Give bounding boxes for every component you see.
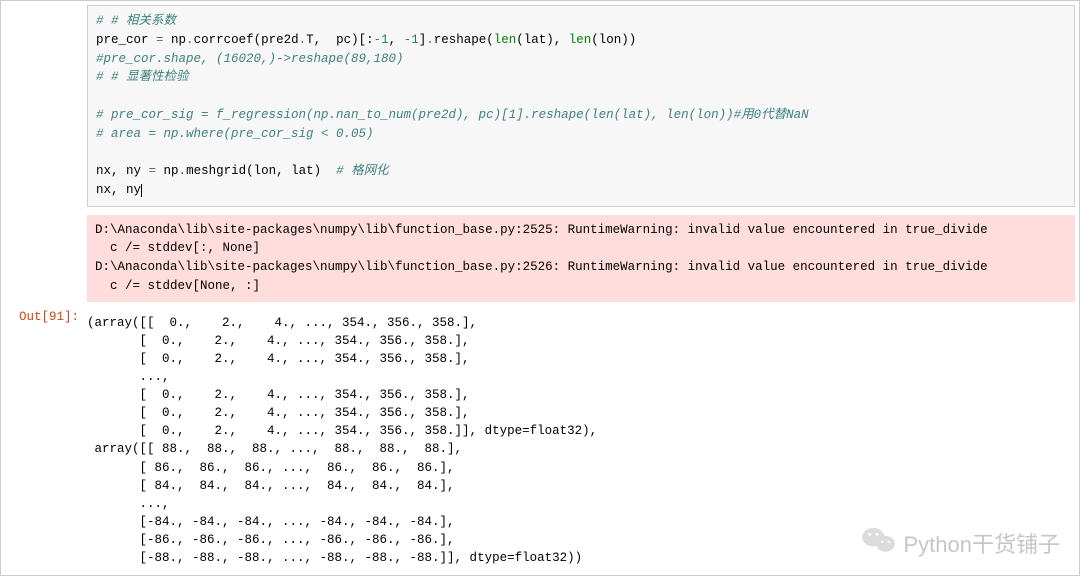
warn-line: c /= stddev[None, :] bbox=[95, 279, 260, 293]
output-prompt: Out[91]: bbox=[1, 306, 87, 576]
builtin: len bbox=[494, 33, 517, 47]
out-line: [ 0., 2., 4., ..., 354., 356., 358.], bbox=[87, 334, 470, 348]
code-text: corrcoef(pre2d bbox=[194, 33, 299, 47]
builtin: len bbox=[569, 33, 592, 47]
code-text: np bbox=[164, 33, 187, 47]
code-line: # # 相关系数 bbox=[96, 14, 176, 28]
out-line: ..., bbox=[87, 370, 170, 384]
empty-prompt bbox=[1, 211, 87, 306]
code-line: #pre_cor.shape, (16020,)->reshape(89,180… bbox=[96, 52, 404, 66]
code-text: reshape( bbox=[434, 33, 494, 47]
code-line: nx, ny bbox=[96, 183, 141, 197]
minus: - bbox=[374, 33, 382, 47]
warning-cell: D:\Anaconda\lib\site-packages\numpy\lib\… bbox=[1, 211, 1079, 306]
dot: . bbox=[299, 33, 307, 47]
num: 1 bbox=[411, 33, 419, 47]
code-line: # # 显著性检验 bbox=[96, 70, 189, 84]
dot: . bbox=[426, 33, 434, 47]
code-text: (lat), bbox=[516, 33, 569, 47]
code-text: np bbox=[156, 164, 179, 178]
warn-line: D:\Anaconda\lib\site-packages\numpy\lib\… bbox=[95, 223, 988, 237]
out-line: [ 0., 2., 4., ..., 354., 356., 358.], bbox=[87, 406, 470, 420]
out-line: [-84., -84., -84., ..., -84., -84., -84.… bbox=[87, 515, 455, 529]
out-line: (array([[ 0., 2., 4., ..., 354., 356., 3… bbox=[87, 316, 477, 330]
watermark: Python干货铺子 bbox=[862, 526, 1061, 560]
code-text: T, pc)[: bbox=[306, 33, 374, 47]
warning-content: D:\Anaconda\lib\site-packages\numpy\lib\… bbox=[87, 211, 1079, 306]
text-cursor bbox=[141, 184, 142, 197]
num: 1 bbox=[381, 33, 389, 47]
code-cell: # # 相关系数 pre_cor = np.corrcoef(pre2d.T, … bbox=[1, 1, 1079, 211]
out-line: [ 84., 84., 84., ..., 84., 84., 84.], bbox=[87, 479, 455, 493]
out-line: [-88., -88., -88., ..., -88., -88., -88.… bbox=[87, 551, 582, 565]
warn-line: D:\Anaconda\lib\site-packages\numpy\lib\… bbox=[95, 260, 988, 274]
op: = bbox=[149, 164, 157, 178]
out-line: [ 0., 2., 4., ..., 354., 356., 358.], bbox=[87, 352, 470, 366]
out-line: [ 0., 2., 4., ..., 354., 356., 358.], bbox=[87, 388, 470, 402]
out-line: [ 0., 2., 4., ..., 354., 356., 358.]], d… bbox=[87, 424, 597, 438]
notebook-container: # # 相关系数 pre_cor = np.corrcoef(pre2d.T, … bbox=[0, 0, 1080, 576]
out-line: [-86., -86., -86., ..., -86., -86., -86.… bbox=[87, 533, 455, 547]
code-content: # # 相关系数 pre_cor = np.corrcoef(pre2d.T, … bbox=[87, 1, 1079, 211]
input-prompt bbox=[1, 1, 87, 211]
code-text: meshgrid(lon, lat) bbox=[186, 164, 336, 178]
comma: , bbox=[389, 33, 404, 47]
out-line: [ 86., 86., 86., ..., 86., 86., 86.], bbox=[87, 461, 455, 475]
dot: . bbox=[179, 164, 187, 178]
code-line: # pre_cor_sig = f_regression(np.nan_to_n… bbox=[96, 108, 809, 122]
op: = bbox=[156, 33, 164, 47]
comment: # 格网化 bbox=[336, 164, 389, 178]
code-line: nx, ny bbox=[96, 164, 149, 178]
watermark-text: Python干货铺子 bbox=[904, 527, 1061, 559]
dot: . bbox=[186, 33, 194, 47]
code-text: (lon)) bbox=[591, 33, 636, 47]
code-line: pre_cor bbox=[96, 33, 156, 47]
stderr-output: D:\Anaconda\lib\site-packages\numpy\lib\… bbox=[87, 215, 1075, 302]
code-line: # area = np.where(pre_cor_sig < 0.05) bbox=[96, 127, 374, 141]
wechat-icon bbox=[862, 526, 896, 560]
out-line: array([[ 88., 88., 88., ..., 88., 88., 8… bbox=[87, 442, 462, 456]
warn-line: c /= stddev[:, None] bbox=[95, 241, 260, 255]
code-editor[interactable]: # # 相关系数 pre_cor = np.corrcoef(pre2d.T, … bbox=[87, 5, 1075, 207]
out-line: ..., bbox=[87, 497, 170, 511]
